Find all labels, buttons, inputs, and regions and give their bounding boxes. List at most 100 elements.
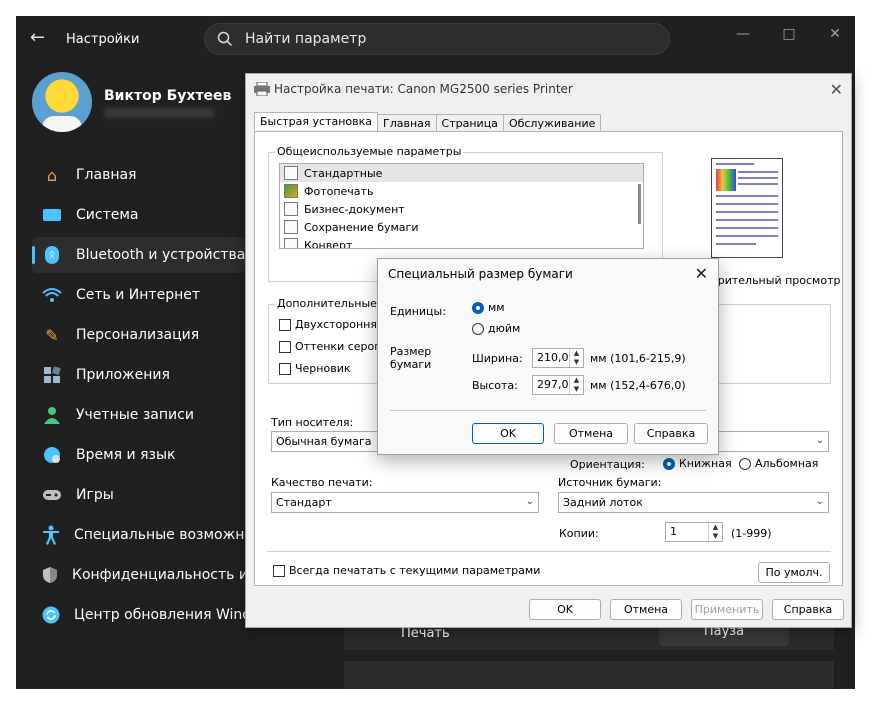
page-preview (711, 158, 783, 258)
sidebar-item-accessibility[interactable]: Специальные возможности (32, 517, 278, 553)
minimize-icon[interactable]: — (728, 24, 758, 44)
sidebar-item-privacy[interactable]: Конфиденциальность и защита (32, 557, 307, 593)
tab-main[interactable]: Главная (377, 114, 437, 132)
divider (267, 551, 831, 552)
close-icon[interactable]: ✕ (830, 80, 843, 99)
copies-stepper[interactable]: 1 ▲ ▼ (665, 522, 723, 542)
height-stepper[interactable]: 297,0 ▲ ▼ (532, 375, 584, 395)
help-button[interactable]: Справка (772, 599, 844, 620)
sidebar-item-system[interactable]: Система (32, 197, 246, 233)
divider (390, 410, 706, 411)
paper-size-label: Размер бумаги (390, 345, 432, 371)
profile-email-blurred (104, 108, 214, 118)
list-scrollbar[interactable] (638, 184, 641, 224)
media-type-label: Тип носителя: (271, 416, 354, 429)
profile-name: Виктор Бухтеев (104, 88, 232, 104)
update-icon (42, 605, 60, 625)
home-icon: ⌂ (46, 165, 58, 185)
list-item[interactable]: Фотопечать (280, 182, 643, 200)
sidebar-item-apps[interactable]: Приложения (32, 357, 246, 393)
ok-button[interactable]: OK (472, 423, 544, 444)
defaults-button[interactable]: По умолч. (758, 562, 830, 583)
business-doc-icon (284, 202, 298, 216)
sidebar-item-windows-update[interactable]: Центр обновления Windows (32, 597, 278, 633)
orientation-portrait-radio[interactable]: Книжная (663, 457, 732, 470)
unit-mm-radio[interactable]: мм (472, 301, 505, 314)
close-icon[interactable]: ✕ (695, 264, 708, 283)
search-input[interactable]: Найти параметр (245, 31, 366, 47)
tab-bar: Быстрая установка Главная Страница Обслу… (254, 112, 602, 132)
list-item[interactable]: Бизнес-документ (280, 200, 643, 218)
tab-quick-setup[interactable]: Быстрая установка (254, 112, 379, 130)
copies-label: Копии: (559, 527, 599, 540)
units-label: Единицы: (390, 305, 446, 318)
print-label: Печать (401, 626, 450, 641)
spin-arrows-icon[interactable]: ▲ ▼ (708, 523, 722, 541)
ok-button[interactable]: OK (529, 599, 601, 620)
help-button[interactable]: Справка (634, 423, 708, 444)
orientation-landscape-radio[interactable]: Альбомная (739, 457, 818, 470)
preview-label: арительный просмотр (711, 274, 841, 287)
copies-range: (1-999) (731, 527, 772, 540)
chevron-down-icon: ⌄ (525, 496, 534, 507)
width-stepper[interactable]: 210,0 ▲ ▼ (532, 348, 584, 368)
bluetooth-icon: ᛟ (42, 245, 62, 265)
avatar[interactable] (32, 72, 92, 132)
group-title: Общеиспользуемые параметры (275, 145, 464, 158)
maximize-icon[interactable]: □ (774, 24, 804, 44)
search-box[interactable]: Найти параметр (204, 23, 670, 55)
person-icon (42, 405, 62, 425)
dialog-title: Специальный размер бумаги (388, 267, 573, 281)
cancel-button[interactable]: Отмена (610, 599, 682, 620)
close-icon[interactable]: ✕ (820, 24, 850, 44)
orientation-label: Ориентация: (570, 458, 645, 471)
width-range: мм (101,6-215,9) (590, 352, 686, 365)
globe-icon (42, 445, 62, 465)
wifi-icon (42, 285, 62, 305)
paper-saving-icon (284, 220, 298, 234)
sidebar-item-personalization[interactable]: ✎ Персонализация (32, 317, 246, 353)
back-arrow-icon[interactable]: ← (30, 28, 50, 48)
monitor-icon (42, 205, 62, 225)
cancel-button[interactable]: Отмена (554, 423, 628, 444)
unit-inch-radio[interactable]: дюйм (472, 322, 520, 335)
sidebar-item-accounts[interactable]: Учетные записи (32, 397, 246, 433)
sidebar-item-network[interactable]: Сеть и Интернет (32, 277, 246, 313)
draft-checkbox[interactable]: Черновик (279, 362, 351, 375)
apps-icon (42, 365, 62, 385)
width-label: Ширина: (472, 352, 523, 365)
list-item[interactable]: Сохранение бумаги (280, 218, 643, 236)
spin-arrows-icon[interactable]: ▲ ▼ (569, 349, 583, 367)
sidebar-item-bluetooth[interactable]: ᛟ Bluetooth и устройства (32, 237, 246, 273)
sidebar-item-home[interactable]: ⌂ Главная (32, 157, 246, 193)
sidebar-item-time-language[interactable]: Время и язык (32, 437, 246, 473)
photo-icon (284, 184, 298, 198)
paper-source-select[interactable]: Задний лоток ⌄ (558, 492, 829, 513)
preset-list[interactable]: Стандартные Фотопечать Бизнес-документ С… (279, 163, 644, 249)
sidebar-nav: ⌂ Главная Система ᛟ Bluetooth и устройст… (32, 157, 307, 637)
spin-arrows-icon[interactable]: ▲ ▼ (569, 376, 583, 394)
printer-settings-row (344, 661, 834, 689)
print-quality-select[interactable]: Стандарт ⌄ (271, 492, 539, 513)
chevron-down-icon: ⌄ (815, 496, 824, 507)
paper-source-label: Источник бумаги: (558, 476, 662, 489)
height-label: Высота: (472, 379, 518, 392)
app-title: Настройки (66, 32, 140, 47)
brush-icon: ✎ (45, 325, 59, 345)
tab-page[interactable]: Страница (435, 114, 504, 132)
title-bar: ← Настройки Найти параметр — □ ✕ (16, 16, 855, 64)
envelope-icon (284, 238, 298, 248)
apply-button[interactable]: Применить (691, 599, 763, 620)
list-item[interactable]: Стандартные (280, 164, 643, 182)
document-icon (284, 166, 298, 180)
tab-maintenance[interactable]: Обслуживание (502, 114, 602, 132)
preview-image (716, 169, 736, 191)
chevron-down-icon: ⌄ (815, 435, 824, 446)
gamepad-icon (42, 485, 62, 505)
grayscale-checkbox[interactable]: Оттенки серого (279, 340, 387, 353)
accessibility-icon (42, 525, 60, 545)
sidebar-item-gaming[interactable]: Игры (32, 477, 246, 513)
dialog-title: Настройка печати: Canon MG2500 series Pr… (274, 82, 573, 96)
list-item[interactable]: Конверт (280, 236, 643, 248)
always-print-checkbox[interactable]: Всегда печатать с текущими параметрами (273, 564, 540, 577)
